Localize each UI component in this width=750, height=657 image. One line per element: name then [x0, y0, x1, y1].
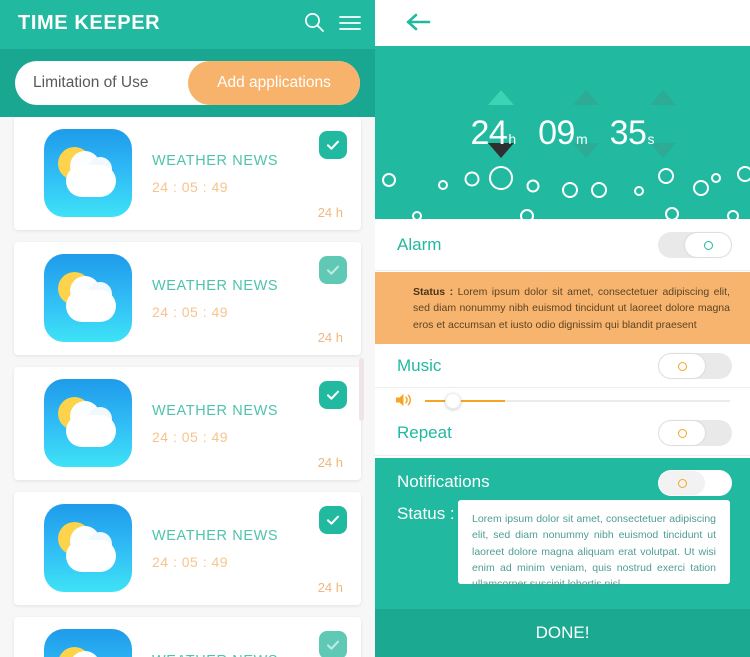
done-button[interactable]: DONE! [375, 609, 750, 657]
app-root: TIME KEEPER Limitation of Use Add applic… [0, 0, 750, 657]
page-title: TIME KEEPER [18, 12, 161, 34]
hamburger-menu-icon[interactable] [339, 14, 361, 32]
minutes-increment-icon[interactable] [573, 90, 599, 105]
list-item-title: WEATHER NEWS [152, 653, 278, 657]
list-item[interactable]: WEATHER NEWS 24 : 05 : 49 24 h [14, 117, 361, 230]
repeat-toggle[interactable] [658, 420, 732, 446]
seconds-increment-icon[interactable] [650, 90, 676, 105]
app-header: TIME KEEPER [0, 0, 375, 49]
list-item-title: WEATHER NEWS [152, 278, 279, 294]
minutes-group: 09m [538, 114, 588, 153]
music-row: Music [375, 344, 750, 388]
weather-app-icon [44, 379, 132, 467]
left-panel-app-list: TIME KEEPER Limitation of Use Add applic… [0, 0, 375, 657]
volume-track-fill [425, 400, 505, 402]
alarm-status-text: Status : Lorem ipsum dolor sit amet, con… [413, 284, 730, 333]
toggle-knob [659, 421, 705, 445]
timer-display: 24h 09m 35s [375, 114, 750, 160]
list-item-time: 24 : 05 : 49 [152, 179, 229, 195]
notifications-status-text: Lorem ipsum dolor sit amet, consectetuer… [472, 513, 716, 591]
toggle-knob [659, 354, 705, 378]
cloud-icon [66, 165, 116, 197]
tab-bar-container: Limitation of Use Add applications [0, 49, 375, 117]
checkmark-icon[interactable] [319, 381, 347, 409]
right-panel-settings: 24h 09m 35s Alarm Status : Lorem ipsum d… [375, 0, 750, 657]
tab-limitation-of-use[interactable]: Limitation of Use [15, 74, 148, 92]
alarm-status-body: Lorem ipsum dolor sit amet, consectetuer… [413, 286, 730, 331]
checkmark-icon[interactable] [319, 506, 347, 534]
list-item-time: 24 : 05 : 49 [152, 554, 229, 570]
seconds-group: 35s [610, 114, 655, 153]
list-item[interactable]: WEATHER NEWS 24 : 05 : 49 24 h [14, 492, 361, 605]
hours-increment-icon[interactable] [488, 90, 514, 105]
hours-group: 24h [471, 114, 517, 153]
volume-track[interactable] [425, 400, 730, 402]
back-bar [375, 0, 750, 46]
application-list[interactable]: WEATHER NEWS 24 : 05 : 49 24 h WEATHER N… [0, 117, 375, 657]
hours-unit: h [508, 131, 517, 147]
tab-add-applications[interactable]: Add applications [188, 61, 360, 105]
toggle-knob [659, 471, 705, 495]
header-icon-group [304, 12, 361, 33]
list-item-title: WEATHER NEWS [152, 403, 279, 419]
back-arrow-icon[interactable] [405, 12, 431, 32]
list-item-time: 24 : 05 : 49 [152, 304, 229, 320]
list-item-time: 24 : 05 : 49 [152, 429, 229, 445]
cloud-icon [66, 290, 116, 322]
seconds-value: 35 [609, 114, 647, 152]
alarm-toggle[interactable] [658, 232, 732, 258]
seconds-unit: s [647, 131, 655, 147]
weather-app-icon [44, 504, 132, 592]
speaker-volume-icon [395, 392, 413, 408]
alarm-row: Alarm [375, 219, 750, 271]
music-label: Music [397, 356, 442, 375]
toggle-ring-icon [677, 478, 687, 488]
tab-bar: Limitation of Use Add applications [15, 61, 360, 105]
toggle-ring-icon [703, 240, 713, 250]
repeat-row: Repeat [375, 412, 750, 456]
toggle-ring-icon [677, 361, 687, 371]
toggle-ring-icon [677, 428, 687, 438]
list-item-duration: 24 h [317, 330, 343, 345]
notifications-status-box: Lorem ipsum dolor sit amet, consectetuer… [458, 500, 730, 590]
repeat-label: Repeat [397, 423, 452, 442]
search-icon[interactable] [304, 12, 325, 33]
cloud-icon [66, 415, 116, 447]
alarm-status-label: Status : [413, 286, 454, 298]
list-item-duration: 24 h [317, 455, 343, 470]
checkmark-icon[interactable] [319, 256, 347, 284]
list-item-duration: 24 h [317, 205, 343, 220]
list-scrollbar[interactable] [359, 358, 364, 421]
notifications-label: Notifications [397, 472, 490, 491]
music-toggle[interactable] [658, 353, 732, 379]
notifications-section: Notifications Status : Lorem ipsum dolor… [375, 458, 750, 657]
volume-thumb[interactable] [445, 393, 461, 409]
checkmark-icon[interactable] [319, 631, 347, 657]
notifications-toggle[interactable] [658, 470, 732, 496]
list-item-title: WEATHER NEWS [152, 153, 279, 169]
notifications-status-label: Status : [397, 504, 455, 523]
weather-app-icon [44, 629, 132, 657]
list-item[interactable]: WEATHER NEWS 24 : 05 : 49 24 h [14, 617, 361, 657]
timer-picker[interactable]: 24h 09m 35s [375, 46, 750, 219]
list-item[interactable]: WEATHER NEWS 24 : 05 : 49 24 h [14, 242, 361, 355]
weather-app-icon [44, 129, 132, 217]
weather-app-icon [44, 254, 132, 342]
cloud-icon [66, 540, 116, 572]
minutes-value: 09 [538, 114, 575, 152]
toggle-knob [685, 233, 731, 257]
checkmark-icon[interactable] [319, 131, 347, 159]
hours-value: 24 [470, 114, 508, 152]
list-item[interactable]: WEATHER NEWS 24 : 05 : 49 24 h [14, 367, 361, 480]
list-item-duration: 24 h [317, 580, 343, 595]
list-item-title: WEATHER NEWS [152, 528, 279, 544]
minutes-unit: m [575, 131, 588, 147]
alarm-status-box: Status : Lorem ipsum dolor sit amet, con… [375, 272, 750, 344]
alarm-label: Alarm [397, 235, 442, 254]
